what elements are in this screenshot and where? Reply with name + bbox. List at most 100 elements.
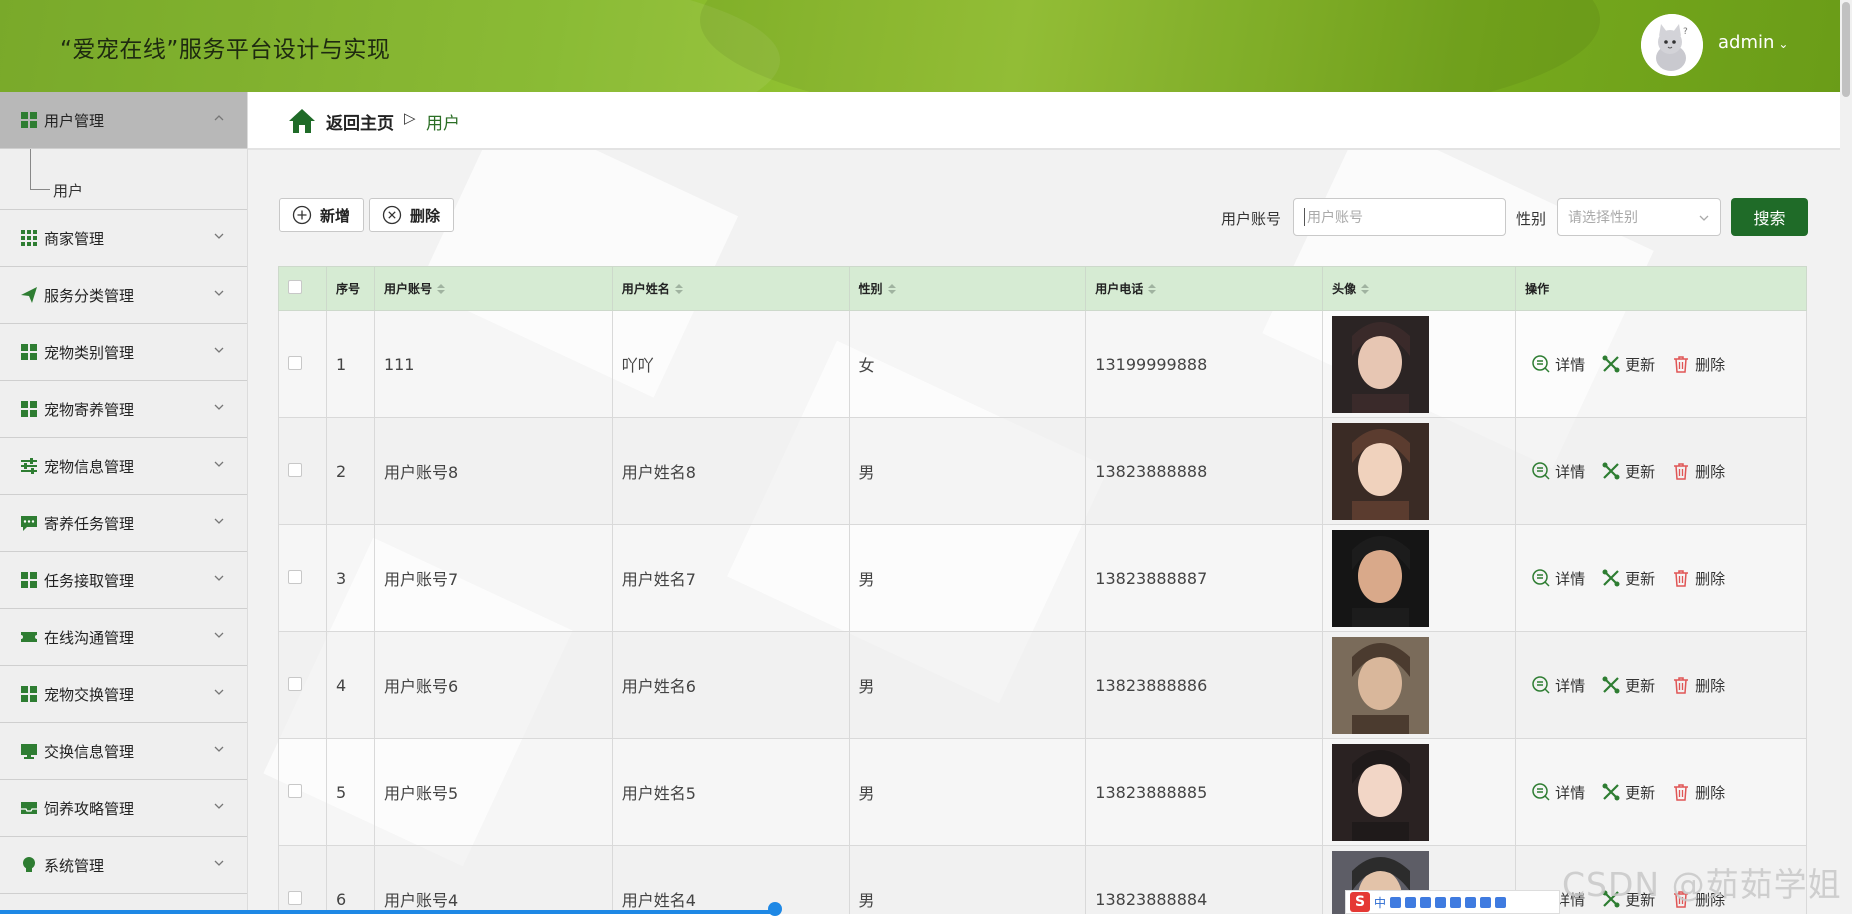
wrench-icon	[1602, 676, 1620, 694]
row-delete-button[interactable]: 删除	[1671, 461, 1725, 482]
detail-button[interactable]: 详情	[1531, 782, 1585, 803]
select-all-cell[interactable]	[278, 266, 327, 311]
robot-icon[interactable]	[1465, 896, 1477, 908]
row-checkbox[interactable]	[288, 890, 302, 905]
row-checkbox[interactable]	[288, 783, 302, 798]
detail-button[interactable]: 详情	[1531, 354, 1585, 375]
avatar-photo[interactable]	[1332, 422, 1430, 520]
detail-button[interactable]: 详情	[1531, 675, 1585, 696]
sidebar-item-pet-boarding[interactable]: 宠物寄养管理	[0, 381, 247, 438]
sidebar-item-task-accept[interactable]: 任务接取管理	[0, 552, 247, 609]
select-all-checkbox[interactable]	[288, 280, 302, 294]
row-delete-button[interactable]: 删除	[1671, 568, 1725, 589]
column-header[interactable]: 用户电话	[1085, 266, 1324, 311]
chevron-down-icon	[214, 746, 224, 752]
sidebar-item-service-category[interactable]: 服务分类管理	[0, 267, 247, 324]
add-button[interactable]: 新增	[279, 198, 364, 232]
gender-select[interactable]: 请选择性别	[1557, 198, 1721, 236]
row-delete-button[interactable]: 删除	[1671, 782, 1725, 803]
ime-tool-icon[interactable]	[1390, 896, 1402, 908]
update-button[interactable]: 更新	[1601, 461, 1655, 482]
breadcrumb-home-link[interactable]: 返回主页	[326, 109, 394, 134]
update-button[interactable]: 更新	[1601, 782, 1655, 803]
column-header[interactable]: 用户姓名	[611, 266, 850, 311]
update-button[interactable]: 更新	[1601, 675, 1655, 696]
sort-icon[interactable]	[674, 284, 683, 294]
column-header[interactable]: 用户账号	[373, 266, 613, 311]
chevron-down-icon: ⌄	[1778, 37, 1789, 51]
sort-icon[interactable]	[436, 284, 445, 294]
sidebar-item-merchant-management[interactable]: 商家管理	[0, 210, 247, 267]
row-select-cell[interactable]	[278, 417, 327, 525]
account-search-input[interactable]: 用户账号	[1293, 198, 1506, 236]
row-checkbox[interactable]	[288, 355, 302, 370]
table-row[interactable]: 4 用户账号6 用户姓名6 男 13823888886 详情 更新 删除	[278, 631, 1807, 739]
sogou-icon[interactable]: S	[1350, 892, 1370, 912]
row-select-cell[interactable]	[278, 845, 327, 914]
sidebar-item-system[interactable]: 系统管理	[0, 837, 247, 894]
sort-icon[interactable]	[1148, 284, 1157, 294]
skin-icon[interactable]	[1435, 896, 1447, 908]
row-select-cell[interactable]	[278, 524, 327, 632]
sidebar-item-pet-info[interactable]: 宠物信息管理	[0, 438, 247, 495]
row-select-cell[interactable]	[278, 631, 327, 739]
row-checkbox[interactable]	[288, 676, 302, 691]
sidebar-item-feeding-guide[interactable]: 饲养攻略管理	[0, 780, 247, 837]
table-row[interactable]: 5 用户账号5 用户姓名5 男 13823888885 详情 更新 删除	[278, 738, 1807, 846]
inbox-icon	[21, 802, 37, 814]
column-header[interactable]: 性别	[848, 266, 1087, 311]
search-button[interactable]: 搜索	[1731, 198, 1808, 236]
trash-icon	[1674, 463, 1689, 480]
table-row[interactable]: 2 用户账号8 用户姓名8 男 13823888888 详情 更新 删除	[278, 417, 1807, 525]
sidebar-item-exchange-info[interactable]: 交换信息管理	[0, 723, 247, 780]
delete-label: 删除	[1695, 783, 1726, 802]
avatar-photo[interactable]	[1332, 636, 1430, 734]
table-row[interactable]: 3 用户账号7 用户姓名7 男 13823888887 详情 更新 删除	[278, 524, 1807, 632]
video-progress-bar[interactable]	[0, 910, 780, 914]
row-checkbox[interactable]	[288, 569, 302, 584]
sidebar-subitem-user[interactable]: 用户	[0, 149, 247, 210]
cell-phone: 13199999888	[1085, 310, 1324, 418]
vertical-scrollbar[interactable]	[1840, 0, 1852, 914]
row-delete-button[interactable]: 删除	[1671, 675, 1725, 696]
update-button[interactable]: 更新	[1601, 354, 1655, 375]
ime-language[interactable]: 中	[1374, 894, 1386, 911]
cell-actions: 详情 更新 删除	[1515, 524, 1807, 632]
row-select-cell[interactable]	[278, 310, 327, 418]
cell-index: 2	[325, 417, 375, 525]
sidebar-item-pet-category[interactable]: 宠物类别管理	[0, 324, 247, 381]
avatar-photo[interactable]	[1332, 315, 1430, 413]
chevron-down-icon	[214, 518, 224, 524]
apps-icon[interactable]	[1480, 896, 1492, 908]
sort-icon[interactable]	[887, 284, 896, 294]
column-header[interactable]: 头像	[1322, 266, 1517, 311]
ime-toolbar[interactable]: S 中	[1345, 890, 1560, 914]
grid-icon	[21, 686, 37, 702]
cell-index: 5	[325, 738, 375, 846]
shirt-icon[interactable]	[1450, 896, 1462, 908]
avatar-photo[interactable]	[1332, 529, 1430, 627]
row-select-cell[interactable]	[278, 738, 327, 846]
settings-icon[interactable]	[1495, 896, 1507, 908]
sidebar-item-online-chat[interactable]: 在线沟通管理	[0, 609, 247, 666]
detail-button[interactable]: 详情	[1531, 568, 1585, 589]
mic-icon[interactable]	[1405, 896, 1417, 908]
home-icon[interactable]	[288, 108, 316, 134]
sidebar-item-pet-exchange[interactable]: 宠物交换管理	[0, 666, 247, 723]
sidebar-item-boarding-task[interactable]: 寄养任务管理	[0, 495, 247, 552]
user-menu[interactable]: admin ⌄	[1718, 32, 1788, 53]
delete-button[interactable]: 删除	[369, 198, 454, 232]
scrollbar-thumb[interactable]	[1842, 2, 1850, 97]
detail-button[interactable]: 详情	[1531, 461, 1585, 482]
avatar-photo[interactable]	[1332, 743, 1430, 841]
avatar[interactable]: ?	[1641, 14, 1703, 76]
column-header-label: 用户姓名	[621, 282, 670, 296]
sort-icon[interactable]	[1361, 284, 1370, 294]
update-button[interactable]: 更新	[1601, 568, 1655, 589]
sidebar-item-user-management[interactable]: 用户管理	[0, 92, 247, 149]
trash-icon	[1674, 677, 1689, 694]
table-row[interactable]: 1 111 吖吖女 13199999888 详情 更新 删除	[278, 310, 1807, 418]
keyboard-icon[interactable]	[1420, 896, 1432, 908]
row-checkbox[interactable]	[288, 462, 302, 477]
row-delete-button[interactable]: 删除	[1671, 354, 1725, 375]
